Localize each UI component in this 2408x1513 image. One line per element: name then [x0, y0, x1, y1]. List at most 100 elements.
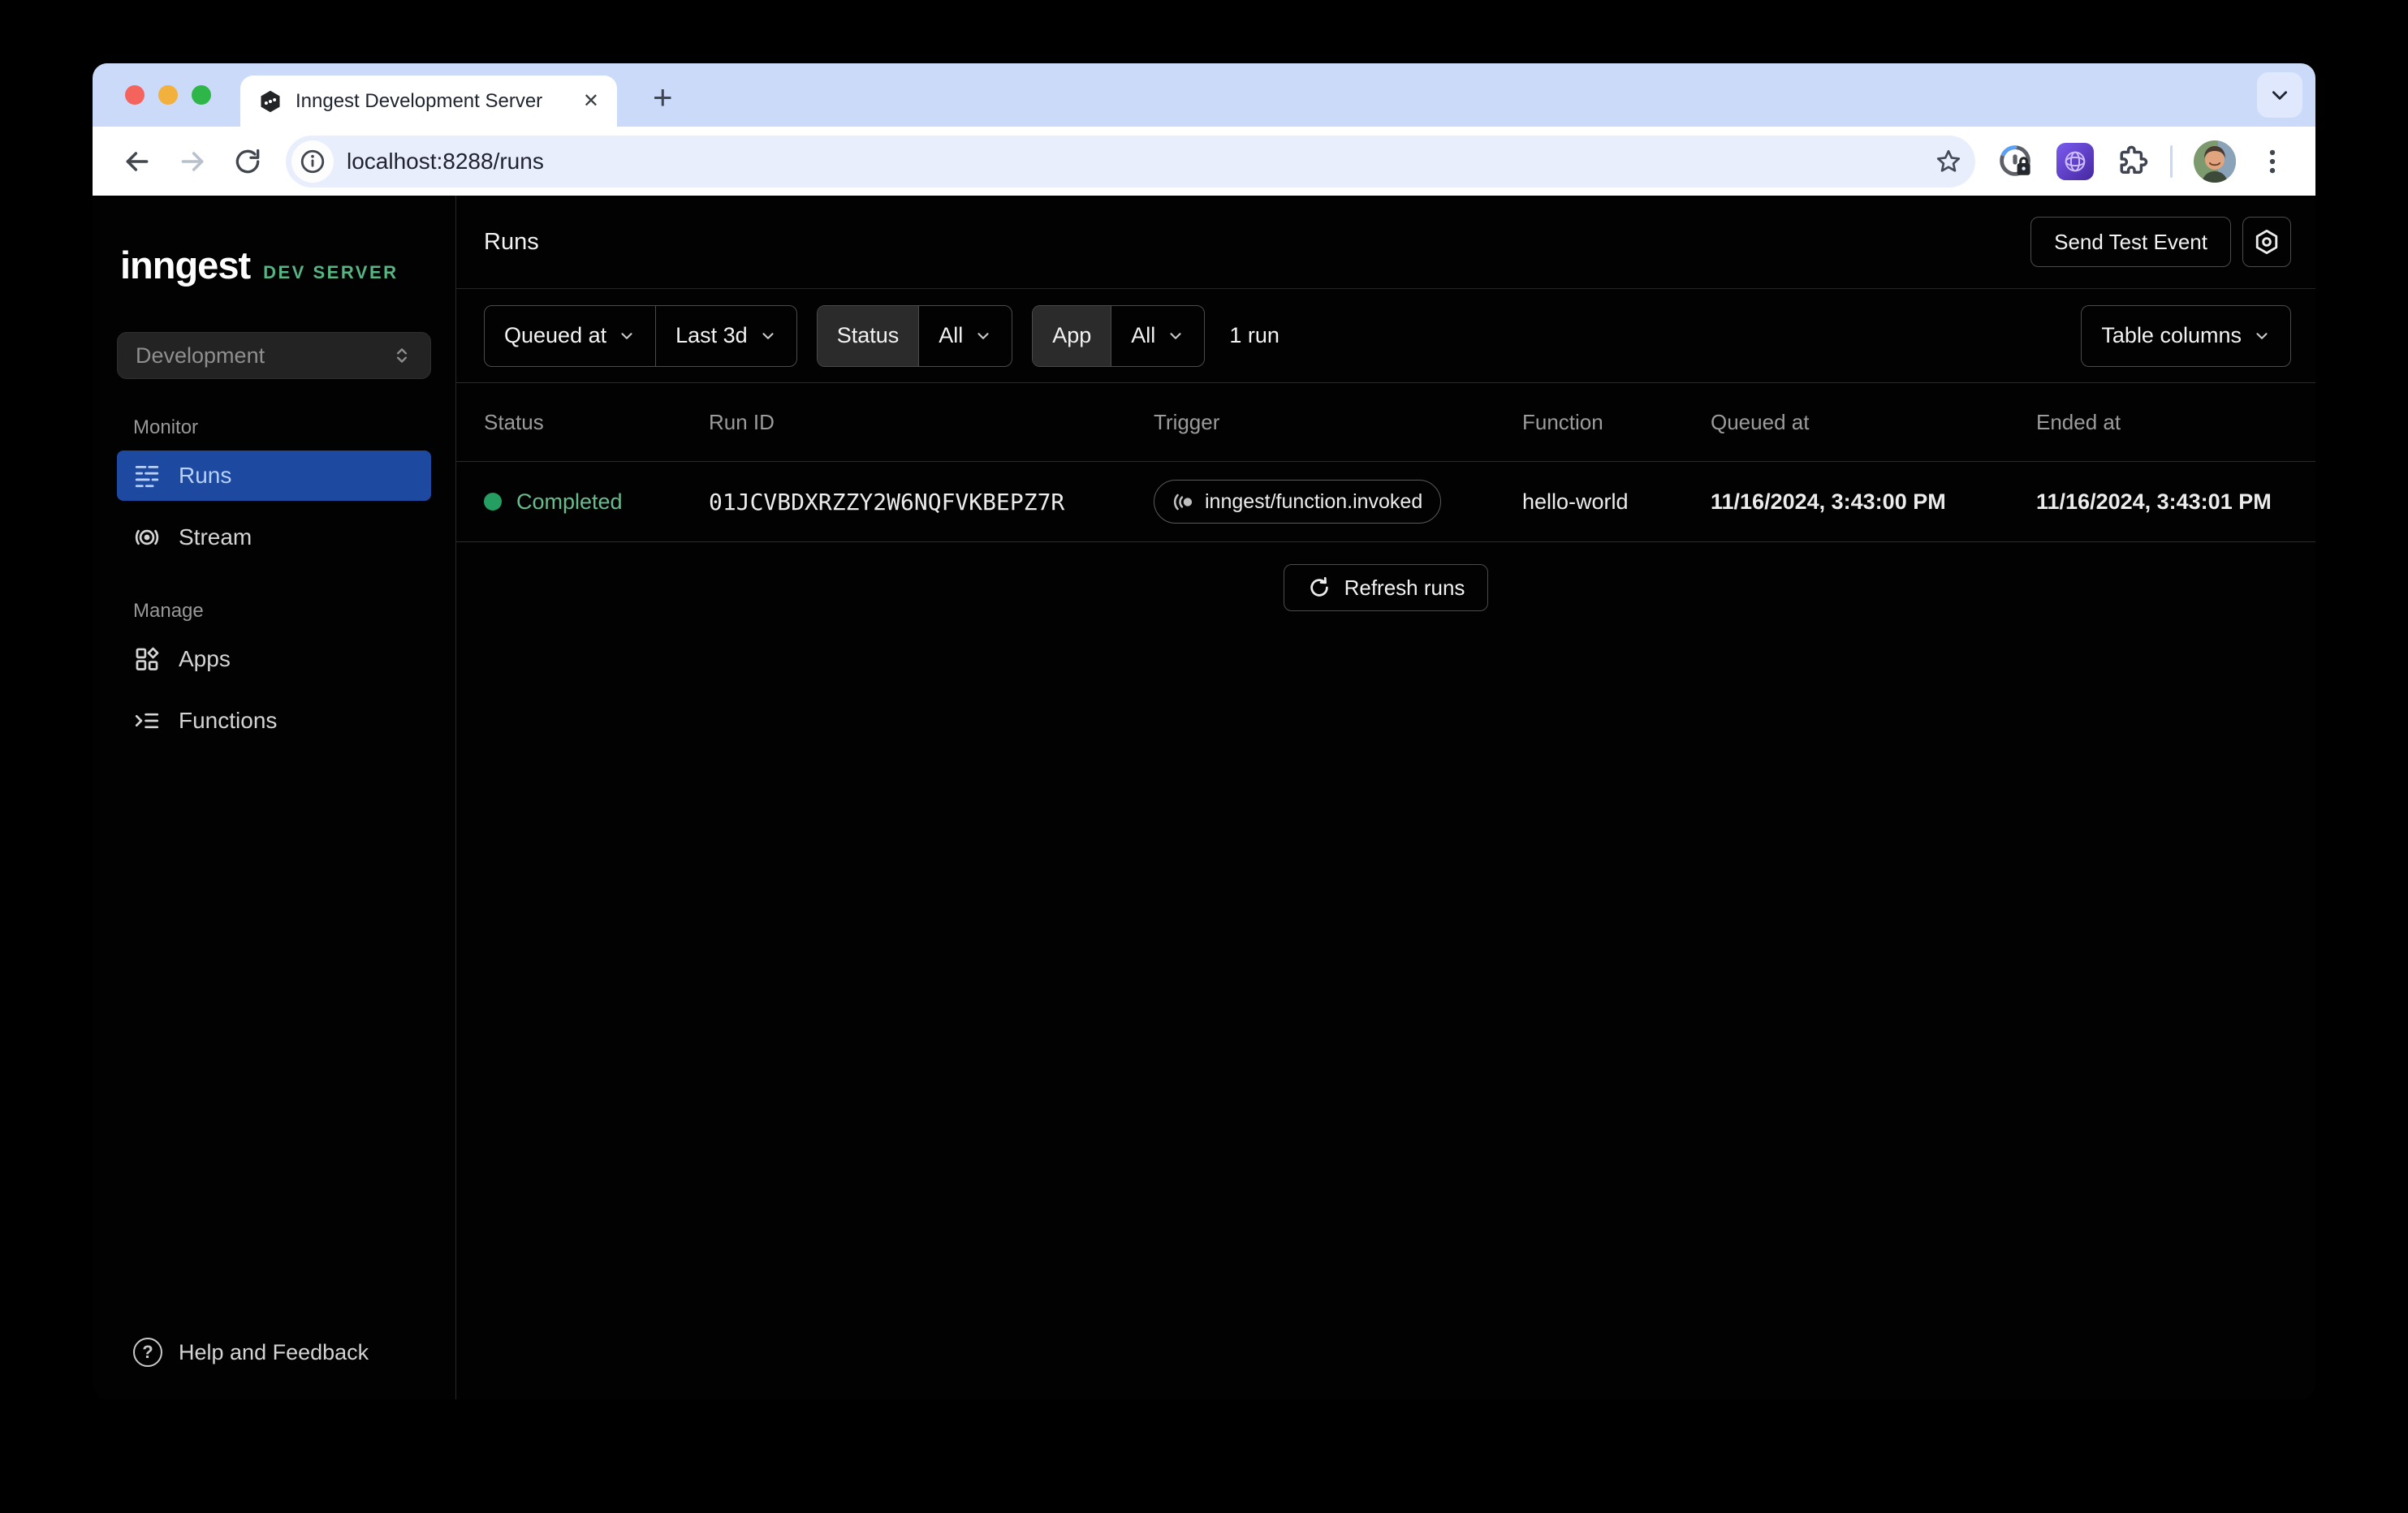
column-header-run-id: Run ID: [709, 410, 1154, 435]
inngest-favicon-icon: [258, 89, 283, 114]
sidebar-item-apps[interactable]: Apps: [117, 634, 431, 684]
sidebar-item-runs[interactable]: Runs: [117, 450, 431, 501]
browser-window: Inngest Development Server ✕ +: [93, 63, 2315, 1399]
sidebar-item-label: Runs: [179, 463, 231, 489]
info-icon: [299, 148, 326, 175]
refresh-icon: [1307, 575, 1331, 600]
bookmark-star-button[interactable]: [1935, 148, 1962, 175]
profile-avatar[interactable]: [2194, 140, 2236, 183]
back-button[interactable]: [114, 138, 161, 185]
table-header-row: Status Run ID Trigger Function Queued at…: [456, 383, 2315, 462]
column-header-queued-at: Queued at: [1711, 410, 2036, 435]
browser-toolbar: localhost:8288/runs: [93, 127, 2315, 196]
status-filter-label: Status: [818, 306, 919, 366]
run-id: 01JCVBDXRZZY2W6NQFVKBEPZ7R: [709, 489, 1154, 515]
sidebar-item-functions[interactable]: Functions: [117, 696, 431, 746]
send-test-event-button[interactable]: Send Test Event: [2030, 217, 2231, 267]
sidebar-section-monitor: Monitor: [117, 416, 431, 439]
reload-button[interactable]: [224, 138, 271, 185]
extensions-puzzle-icon[interactable]: [2115, 144, 2149, 179]
column-header-function: Function: [1522, 410, 1711, 435]
zoom-window-button[interactable]: [192, 85, 211, 105]
chevron-down-icon: [2269, 84, 2290, 106]
time-field-value: Queued at: [504, 323, 606, 348]
site-info-button[interactable]: [291, 140, 334, 183]
apps-grid-icon: [133, 645, 161, 673]
app-filter-value: All: [1131, 323, 1155, 348]
url-text[interactable]: localhost:8288/runs: [347, 149, 1922, 175]
tab-search-button[interactable]: [2257, 72, 2302, 118]
password-manager-extension-icon[interactable]: [1996, 142, 2035, 181]
runs-list-icon: [133, 462, 161, 489]
chevron-down-icon: [974, 327, 992, 345]
time-filter-group: Queued at Last 3d: [484, 305, 797, 367]
status-filter-dropdown[interactable]: All: [918, 306, 1012, 366]
sidebar-item-label: Functions: [179, 708, 277, 734]
table-row[interactable]: Completed 01JCVBDXRZZY2W6NQFVKBEPZ7R inn…: [456, 462, 2315, 542]
toolbar-divider: [2170, 145, 2173, 178]
column-header-trigger: Trigger: [1154, 410, 1522, 435]
sidebar-section-manage: Manage: [117, 600, 431, 623]
table-columns-dropdown[interactable]: Table columns: [2082, 306, 2290, 366]
forward-button[interactable]: [169, 138, 216, 185]
sidebar: inngest DEV SERVER Development Monitor: [93, 196, 456, 1399]
back-arrow-icon: [121, 145, 153, 178]
table-columns-label: Table columns: [2101, 323, 2242, 348]
sidebar-item-label: Stream: [179, 524, 252, 550]
chevron-down-icon: [1167, 327, 1185, 345]
run-count: 1 run: [1229, 323, 1280, 348]
run-status: Completed: [516, 489, 623, 515]
function-name: hello-world: [1522, 489, 1711, 515]
close-tab-icon[interactable]: ✕: [583, 92, 599, 111]
kebab-menu-icon: [2257, 146, 2288, 177]
new-tab-button[interactable]: +: [653, 78, 673, 117]
app-filter-label: App: [1033, 306, 1111, 366]
settings-hexagon-icon: [2253, 228, 2281, 256]
tab-title: Inngest Development Server: [296, 90, 570, 113]
close-window-button[interactable]: [125, 85, 145, 105]
inngest-app: inngest DEV SERVER Development Monitor: [93, 196, 2315, 1399]
browser-menu-button[interactable]: [2257, 146, 2288, 177]
column-header-ended-at: Ended at: [2036, 410, 2291, 435]
app-filter-dropdown[interactable]: All: [1111, 306, 1204, 366]
logo-row: inngest DEV SERVER: [117, 243, 431, 287]
ended-at-timestamp: 11/16/2024, 3:43:01 PM: [2036, 489, 2291, 515]
refresh-runs-button[interactable]: Refresh runs: [1284, 564, 1489, 611]
trigger-event-badge[interactable]: inngest/function.invoked: [1154, 480, 1441, 524]
reload-icon: [232, 146, 263, 177]
inngest-logo: inngest: [120, 243, 250, 287]
header-actions: Send Test Event: [2030, 217, 2291, 267]
browser-tab[interactable]: Inngest Development Server ✕: [240, 75, 617, 127]
status-filter-value: All: [939, 323, 963, 348]
time-range-dropdown[interactable]: Last 3d: [655, 306, 796, 366]
column-header-status: Status: [484, 410, 709, 435]
time-field-dropdown[interactable]: Queued at: [485, 306, 655, 366]
dev-server-badge: DEV SERVER: [263, 262, 398, 283]
help-label: Help and Feedback: [179, 1340, 369, 1365]
filter-bar: Queued at Last 3d Status Al: [456, 289, 2315, 383]
purple-extension-icon[interactable]: [2056, 143, 2094, 180]
chevron-down-icon: [759, 327, 777, 345]
url-bar[interactable]: localhost:8288/runs: [286, 136, 1975, 188]
help-icon: ?: [133, 1338, 162, 1367]
sidebar-item-stream[interactable]: Stream: [117, 512, 431, 563]
page-header: Runs Send Test Event: [456, 196, 2315, 289]
settings-button[interactable]: [2242, 217, 2291, 267]
trigger-event-name: inngest/function.invoked: [1205, 490, 1422, 514]
desktop: Inngest Development Server ✕ +: [0, 0, 2408, 1513]
chevron-up-down-icon: [391, 345, 412, 366]
time-range-value: Last 3d: [675, 323, 748, 348]
chevron-down-icon: [2253, 327, 2271, 345]
queued-at-timestamp: 11/16/2024, 3:43:00 PM: [1711, 489, 2036, 515]
help-and-feedback[interactable]: ? Help and Feedback: [133, 1338, 369, 1367]
browser-tab-strip: Inngest Development Server ✕ +: [93, 63, 2315, 127]
page-title: Runs: [484, 229, 539, 256]
status-completed-dot-icon: [484, 493, 502, 511]
minimize-window-button[interactable]: [158, 85, 178, 105]
forward-arrow-icon: [176, 145, 209, 178]
environment-selector[interactable]: Development: [117, 332, 431, 379]
star-icon: [1935, 148, 1962, 175]
sidebar-item-label: Apps: [179, 646, 231, 672]
chevron-down-icon: [618, 327, 636, 345]
functions-icon: [133, 707, 161, 735]
